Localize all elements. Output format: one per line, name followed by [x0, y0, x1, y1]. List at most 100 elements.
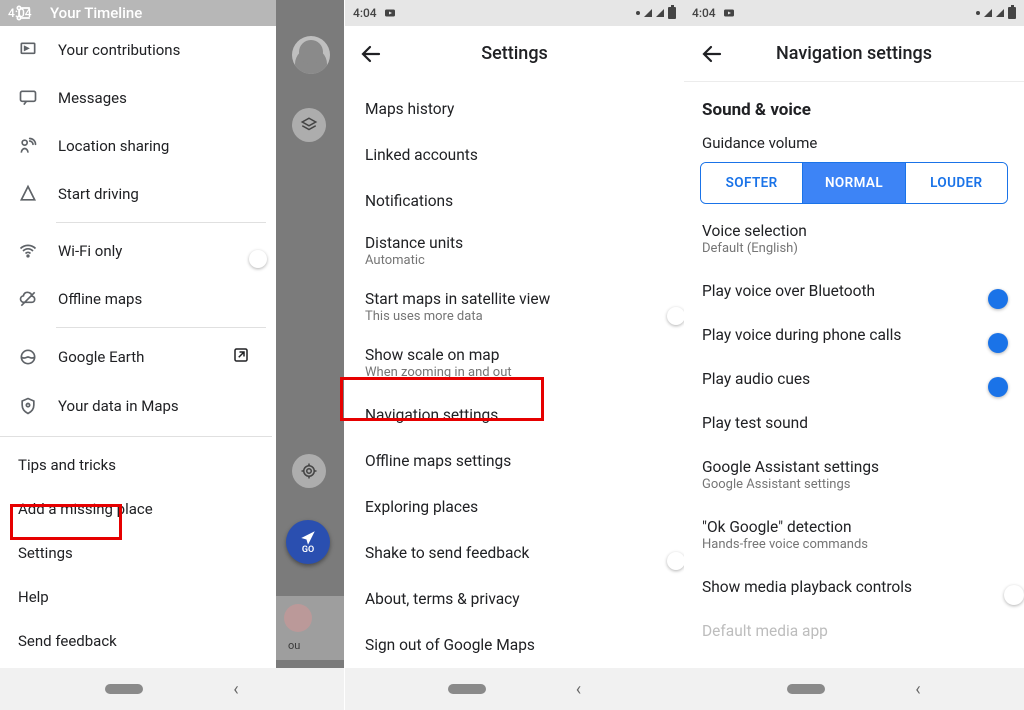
row-media-controls[interactable]: Show media playback controls	[698, 565, 1010, 609]
go-button[interactable]: GO	[286, 520, 330, 564]
sidebar-item-start-driving[interactable]: Start driving	[0, 170, 272, 218]
sidebar-item-add-place[interactable]: Add a missing place	[0, 487, 272, 531]
settings-item-distance-units[interactable]: Distance units Automatic	[345, 224, 684, 280]
wifi-icon	[18, 241, 38, 261]
locate-button[interactable]	[292, 454, 326, 488]
sidebar-item-label: Your contributions	[58, 41, 180, 59]
volume-option-normal[interactable]: NORMAL	[802, 163, 904, 203]
location-share-icon	[18, 136, 38, 156]
sidebar-item-label: Google Earth	[58, 348, 144, 366]
sidebar-item-label: Wi-Fi only	[58, 242, 122, 260]
map-background-strip: GO ou	[276, 0, 344, 710]
row-default-media-app: Default media app	[698, 609, 1010, 653]
row-voice-selection[interactable]: Voice selection Default (English)	[698, 222, 1010, 269]
settings-item-navigation[interactable]: Navigation settings	[345, 392, 684, 438]
dot-icon	[636, 11, 640, 15]
navigation-settings-screen: 4:04 Navigation settings Sound & voice G…	[684, 0, 1024, 710]
settings-item-exploring[interactable]: Exploring places	[345, 484, 684, 530]
message-icon	[18, 88, 38, 108]
settings-item-notifications[interactable]: Notifications	[345, 178, 684, 224]
dot-icon	[976, 11, 980, 15]
sidebar-item-send-feedback[interactable]: Send feedback	[0, 619, 272, 663]
settings-item-satellite[interactable]: Start maps in satellite view This uses m…	[345, 280, 684, 336]
page-title: Settings	[481, 43, 548, 64]
divider	[0, 436, 272, 437]
layers-button[interactable]	[292, 108, 326, 142]
row-title: Play voice over Bluetooth	[702, 282, 875, 300]
sidebar-item-settings[interactable]: Settings	[0, 531, 272, 575]
home-pill-icon[interactable]	[787, 684, 825, 694]
row-play-test[interactable]: Play test sound	[698, 401, 1010, 445]
row-sub: Google Assistant settings	[702, 477, 879, 492]
settings-item-maps-history[interactable]: Maps history	[345, 86, 684, 132]
sidebar-item-label: Your data in Maps	[58, 397, 179, 415]
go-label: GO	[302, 545, 314, 555]
settings-item-offline-maps[interactable]: Offline maps settings	[345, 438, 684, 484]
back-gesture-icon[interactable]: ‹	[915, 679, 920, 700]
sidebar-item-wifi-only[interactable]: Wi-Fi only	[0, 227, 272, 275]
sidebar-item-tips[interactable]: Tips and tricks	[0, 443, 272, 487]
signal-icon	[644, 9, 652, 17]
back-button[interactable]	[700, 42, 724, 66]
row-ok-google[interactable]: "Ok Google" detection Hands-free voice c…	[698, 505, 1010, 565]
signal-icon	[984, 9, 992, 17]
settings-screen: 4:04 Settings Maps history Linked accoun…	[344, 0, 684, 710]
sidebar-item-help[interactable]: Help	[0, 575, 272, 619]
offline-icon	[18, 289, 38, 309]
home-pill-icon[interactable]	[105, 684, 143, 694]
open-external-icon	[232, 346, 250, 368]
row-title: Play voice during phone calls	[702, 326, 901, 344]
back-button[interactable]	[359, 42, 383, 66]
signal-icon	[656, 9, 664, 17]
settings-item-shake-feedback[interactable]: Shake to send feedback	[345, 530, 684, 576]
status-bar: 4:04	[345, 0, 684, 26]
back-gesture-icon[interactable]: ‹	[233, 679, 238, 700]
sidebar-item-offline-maps[interactable]: Offline maps	[0, 275, 272, 323]
avatar[interactable]	[292, 36, 330, 74]
sidebar-item-google-earth[interactable]: Google Earth	[0, 332, 272, 382]
settings-item-sign-out[interactable]: Sign out of Google Maps	[345, 622, 684, 668]
volume-option-louder[interactable]: LOUDER	[905, 163, 1007, 203]
row-sub: Default (English)	[702, 241, 807, 256]
sidebar-item-label: Start driving	[58, 185, 139, 203]
sidebar-item-messages[interactable]: Messages	[0, 74, 272, 122]
peek-label: ou	[288, 639, 300, 652]
row-sub: Hands-free voice commands	[702, 537, 868, 552]
row-voice-phone-calls[interactable]: Play voice during phone calls	[698, 313, 1010, 357]
row-title: Show media playback controls	[702, 578, 912, 596]
drawer-title: Your Timeline	[50, 4, 142, 22]
header-bar: Settings	[345, 26, 684, 82]
volume-label: Guidance volume	[702, 134, 1006, 152]
settings-item-linked-accounts[interactable]: Linked accounts	[345, 132, 684, 178]
row-title: Default media app	[702, 622, 828, 640]
sidebar-item-your-data[interactable]: Your data in Maps	[0, 382, 272, 430]
status-time: 4:04	[692, 6, 716, 20]
volume-option-softer[interactable]: SOFTER	[701, 163, 802, 203]
battery-icon	[1008, 7, 1016, 19]
sidebar-item-location-sharing[interactable]: Location sharing	[0, 122, 272, 170]
sidebar-item-label: Offline maps	[58, 290, 142, 308]
settings-item-scale[interactable]: Show scale on map When zooming in and ou…	[345, 336, 684, 392]
row-title: "Ok Google" detection	[702, 518, 852, 536]
settings-item-about[interactable]: About, terms & privacy	[345, 576, 684, 622]
status-bar: 4:04	[684, 0, 1024, 26]
sidebar-item-contributions[interactable]: Your contributions	[0, 26, 272, 74]
signal-icon	[996, 9, 1004, 17]
android-nav-bar: ‹	[345, 668, 684, 710]
row-title: Voice selection	[702, 222, 807, 240]
row-audio-cues[interactable]: Play audio cues	[698, 357, 1010, 401]
row-assistant-settings[interactable]: Google Assistant settings Google Assista…	[698, 445, 1010, 505]
drive-icon	[18, 184, 38, 204]
row-voice-bluetooth[interactable]: Play voice over Bluetooth	[698, 269, 1010, 313]
battery-icon	[668, 7, 676, 19]
flag-icon	[18, 40, 38, 60]
row-title: Play test sound	[702, 414, 808, 432]
row-title: Play audio cues	[702, 370, 810, 388]
home-pill-icon[interactable]	[448, 684, 486, 694]
youtube-icon	[722, 7, 736, 19]
sidebar-item-label: Location sharing	[58, 137, 169, 155]
back-gesture-icon[interactable]: ‹	[576, 679, 581, 700]
sidebar-item-label: Messages	[58, 89, 127, 107]
peek-thumbnail	[284, 604, 312, 632]
earth-icon	[18, 347, 38, 367]
